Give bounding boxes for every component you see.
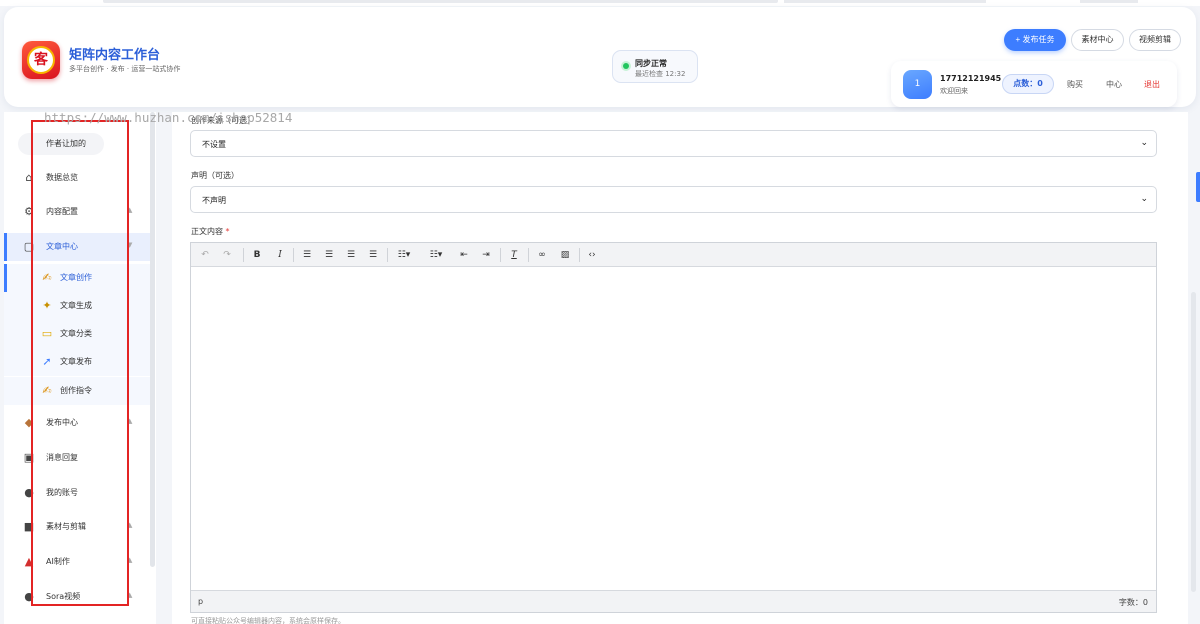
indent-icon[interactable]: ⇥ [479, 248, 493, 262]
watermark-text: https://www.huzhan.com/ishop52814 [44, 110, 293, 125]
source-code-icon[interactable]: ‹› [585, 248, 599, 262]
element-path: p [198, 597, 204, 606]
outdent-icon[interactable]: ⇤ [457, 248, 471, 262]
toolbar-divider [243, 248, 244, 262]
align-center-icon[interactable]: ☰ [322, 248, 336, 262]
align-justify-icon[interactable]: ☰ [366, 248, 380, 262]
top-strip-segment [103, 0, 778, 3]
highlight-frame [31, 120, 129, 606]
chevron-down-icon: ⌄ [1140, 194, 1148, 204]
app-title: 矩阵内容工作台 [69, 48, 161, 63]
sync-status-card: 同步正常 最近检查 12:32 [612, 50, 698, 83]
status-ok-icon [623, 63, 629, 69]
toolbar-divider [500, 248, 501, 262]
user-card: 1 17712121945 欢迎回来 点数：0 购买 中心 退出 [891, 61, 1177, 107]
editor-body[interactable] [191, 267, 1156, 590]
sync-status-title: 同步正常 [635, 59, 667, 68]
bullet-list-icon[interactable]: ☷▾ [393, 248, 415, 262]
buy-link[interactable]: 购买 [1067, 79, 1083, 90]
center-link[interactable]: 中心 [1106, 79, 1122, 90]
undo-icon[interactable]: ↶ [198, 248, 212, 262]
top-browser-strip [0, 0, 1200, 6]
logo-seal-icon: 客 [27, 46, 55, 74]
app-header: 客 矩阵内容工作台 多平台创作 · 发布 · 运营一站式协作 同步正常 最近检查… [4, 7, 1196, 107]
rich-text-editor: ↶ ↷ B I ☰ ☰ ☰ ☰ ☷▾ ☷▾ ⇤ ⇥ T ∞ ▨ ‹› p 字数：… [190, 242, 1157, 613]
redo-icon[interactable]: ↷ [220, 248, 234, 262]
app-subtitle: 多平台创作 · 发布 · 运营一站式协作 [69, 65, 181, 73]
align-right-icon[interactable]: ☰ [344, 248, 358, 262]
select-value: 不声明 [202, 196, 226, 205]
top-strip-segment [1080, 0, 1138, 3]
italic-icon[interactable]: I [273, 248, 287, 262]
video-edit-button[interactable]: 视频剪辑 [1129, 29, 1181, 51]
avatar[interactable]: 1 [903, 70, 932, 99]
word-count: 字数：0 [1118, 598, 1148, 607]
content-label: 正文内容 * [191, 226, 230, 237]
image-icon[interactable]: ▨ [558, 248, 572, 262]
statement-select[interactable]: 不声明 ⌄ [190, 186, 1157, 213]
sidebar-scrollbar[interactable] [150, 112, 155, 567]
editor-statusbar: p 字数：0 [191, 590, 1156, 612]
numbered-list-icon[interactable]: ☷▾ [425, 248, 447, 262]
statement-label: 声明（可选） [191, 171, 239, 180]
select-value: 不设置 [202, 140, 226, 149]
publish-task-button[interactable]: + 发布任务 [1004, 29, 1066, 51]
user-phone: 17712121945 [940, 74, 1002, 83]
content-label-text: 正文内容 [191, 227, 223, 236]
top-strip-segment [784, 0, 986, 3]
page-scrollbar[interactable] [1191, 292, 1196, 592]
side-panel-tab[interactable] [1196, 172, 1200, 202]
points-badge[interactable]: 点数：0 [1002, 74, 1054, 94]
bold-icon[interactable]: B [250, 248, 264, 262]
app-logo: 客 [22, 41, 60, 79]
toolbar-divider [579, 248, 580, 262]
editor-toolbar: ↶ ↷ B I ☰ ☰ ☰ ☰ ☷▾ ☷▾ ⇤ ⇥ T ∞ ▨ ‹› [191, 243, 1156, 267]
link-icon[interactable]: ∞ [535, 248, 549, 262]
align-left-icon[interactable]: ☰ [300, 248, 314, 262]
sync-last-check: 最近检查 12:32 [635, 70, 686, 78]
paste-hint: 可直接粘贴公众号编辑器内容，系统会原样保存。 [191, 617, 345, 624]
welcome-text: 欢迎回来 [940, 87, 968, 95]
clear-format-icon[interactable]: T [507, 248, 521, 262]
material-center-button[interactable]: 素材中心 [1071, 29, 1124, 51]
toolbar-divider [387, 248, 388, 262]
required-mark: * [225, 227, 230, 236]
creation-source-select[interactable]: 不设置 ⌄ [190, 130, 1157, 157]
toolbar-divider [293, 248, 294, 262]
chevron-down-icon: ⌄ [1140, 138, 1148, 148]
toolbar-divider [528, 248, 529, 262]
logout-link[interactable]: 退出 [1144, 79, 1160, 90]
